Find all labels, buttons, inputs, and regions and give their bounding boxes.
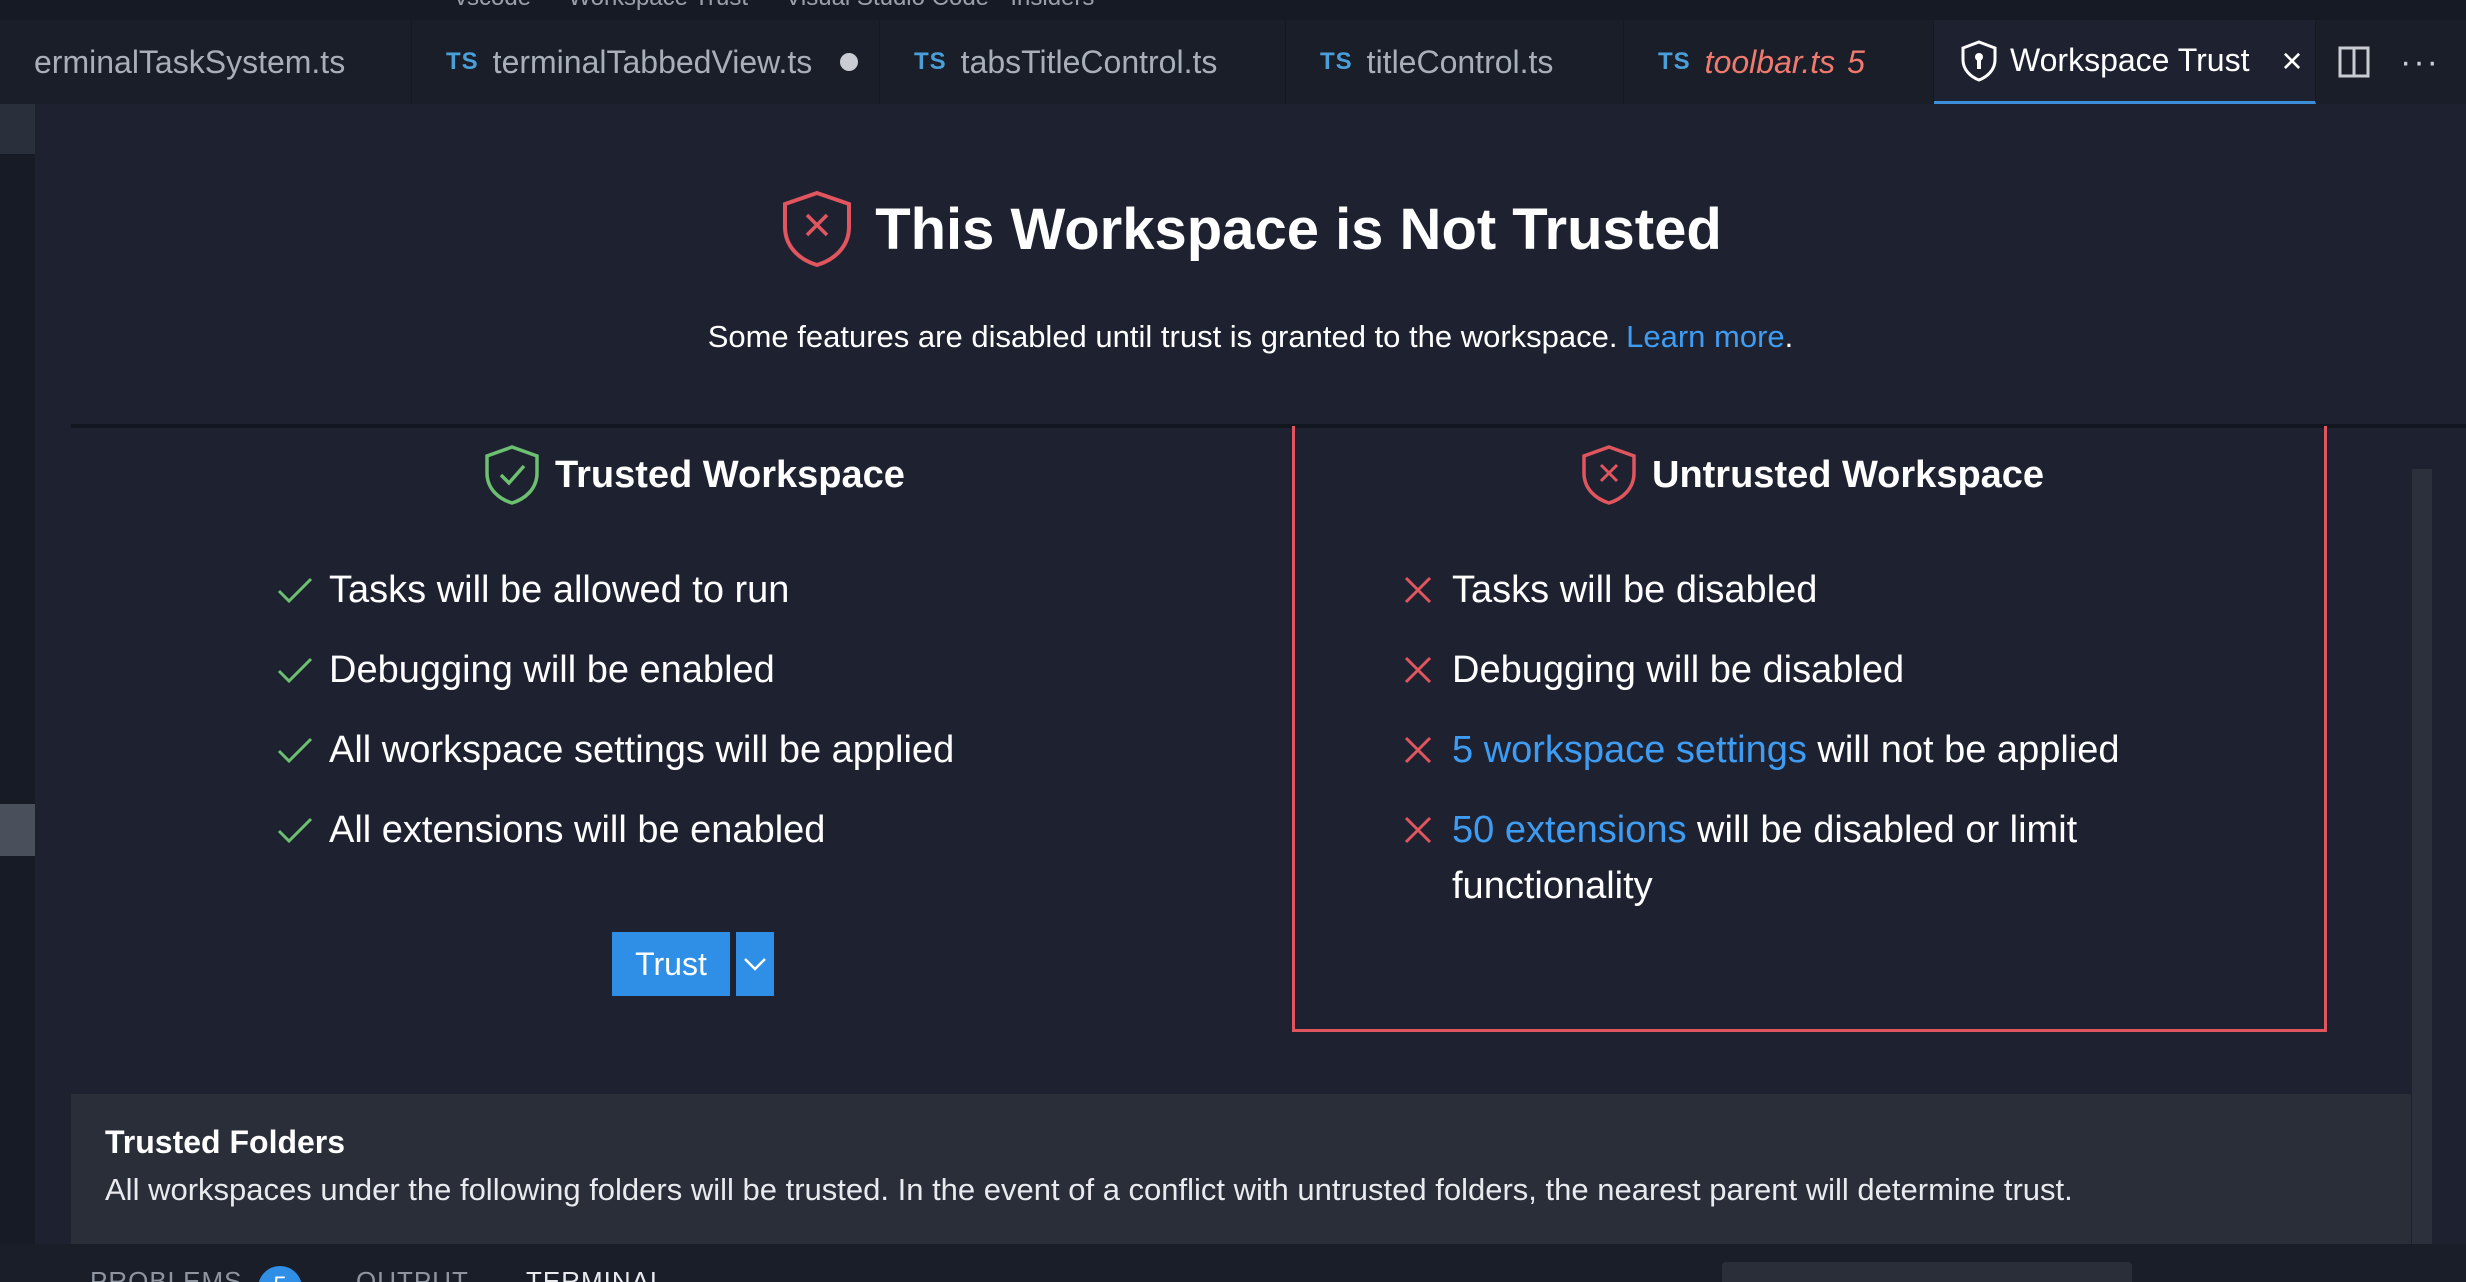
trust-button[interactable]: Trust: [612, 932, 730, 996]
tab-title-control[interactable]: TS titleControl.ts: [1286, 20, 1624, 104]
shield-x-icon: [1580, 444, 1638, 506]
window-title: vscode — Workspace Trust — Visual Studio…: [455, 0, 1094, 12]
check-icon: [275, 802, 315, 858]
panel-tab-terminal[interactable]: TERMINAL: [526, 1266, 665, 1282]
untrusted-workspace-title: Untrusted Workspace: [1580, 444, 2044, 506]
trusted-item: Debugging will be enabled: [275, 642, 775, 698]
editor-actions: ···: [2338, 20, 2440, 104]
trusted-item: All workspace settings will be applied: [275, 722, 954, 778]
terminal-select[interactable]: [1722, 1262, 2132, 1282]
problems-badge: 5: [258, 1266, 302, 1282]
chevron-down-icon: [743, 957, 767, 971]
panel-tab-bar: PROBLEMS 5 OUTPUT TERMINAL: [0, 1244, 2466, 1282]
typescript-icon: TS: [446, 48, 479, 75]
more-actions-icon[interactable]: ···: [2400, 43, 2440, 82]
tab-tabs-title-control[interactable]: TS tabsTitleControl.ts: [880, 20, 1286, 104]
workspace-settings-link[interactable]: 5 workspace settings: [1452, 729, 1807, 771]
workspace-trust-editor: This Workspace is Not Trusted Some featu…: [35, 104, 2466, 1249]
vscode-window: vscode — Workspace Trust — Visual Studio…: [0, 0, 2466, 1282]
extensions-link[interactable]: 50 extensions: [1452, 809, 1687, 851]
x-icon: [1398, 722, 1438, 778]
untrusted-item: 50 extensions will be disabled or limit …: [1398, 802, 2118, 914]
trusted-folders-title: Trusted Folders: [105, 1124, 346, 1160]
editor-tab-bar: erminalTaskSystem.ts TS terminalTabbedVi…: [0, 20, 2466, 105]
trust-subtitle: Some features are disabled until trust i…: [707, 319, 1794, 354]
x-icon: [1398, 562, 1438, 618]
x-icon: [1398, 802, 1438, 858]
typescript-icon: TS: [914, 48, 947, 75]
tab-toolbar[interactable]: TS toolbar.ts 5: [1624, 20, 1934, 104]
page-title: This Workspace is Not Trusted: [875, 196, 1722, 262]
trusted-folders-section: Trusted Folders All workspaces under the…: [71, 1094, 2411, 1244]
typescript-icon: TS: [1320, 48, 1353, 75]
check-icon: [275, 722, 315, 778]
tab-workspace-trust[interactable]: Workspace Trust ×: [1934, 20, 2316, 104]
untrusted-item: 5 workspace settings will not be applied: [1398, 722, 2120, 778]
title-bar: vscode — Workspace Trust — Visual Studio…: [0, 0, 2466, 20]
trusted-folders-description: All workspaces under the following folde…: [105, 1172, 2073, 1207]
shield-x-icon: [779, 189, 855, 269]
split-editor-icon[interactable]: [2338, 46, 2370, 78]
check-icon: [275, 562, 315, 618]
typescript-icon: TS: [1658, 48, 1691, 75]
learn-more-link[interactable]: Learn more: [1626, 319, 1785, 354]
trust-options-dropdown[interactable]: [736, 932, 774, 996]
tab-terminal-task-system[interactable]: erminalTaskSystem.ts: [0, 20, 412, 104]
problem-count: 5: [1847, 43, 1865, 80]
shield-icon: [1960, 39, 1998, 82]
editor-scrollbar[interactable]: [2412, 469, 2432, 1249]
unsaved-dot-icon: [840, 53, 859, 71]
untrusted-item: Tasks will be disabled: [1398, 562, 1817, 618]
check-icon: [275, 642, 315, 698]
tab-terminal-tabbed-view[interactable]: TS terminalTabbedView.ts: [412, 20, 880, 104]
panel-tab-output[interactable]: OUTPUT: [356, 1266, 469, 1282]
trusted-item: All extensions will be enabled: [275, 802, 825, 858]
panel-tab-problems[interactable]: PROBLEMS: [90, 1266, 243, 1282]
shield-check-icon: [483, 444, 541, 506]
trusted-workspace-title: Trusted Workspace: [483, 444, 905, 506]
trusted-item: Tasks will be allowed to run: [275, 562, 789, 618]
trust-header: This Workspace is Not Trusted Some featu…: [35, 104, 2466, 426]
untrusted-item: Debugging will be disabled: [1398, 642, 1904, 698]
x-icon: [1398, 642, 1438, 698]
minimap-strip: [0, 104, 35, 1282]
close-icon[interactable]: ×: [2281, 42, 2302, 79]
